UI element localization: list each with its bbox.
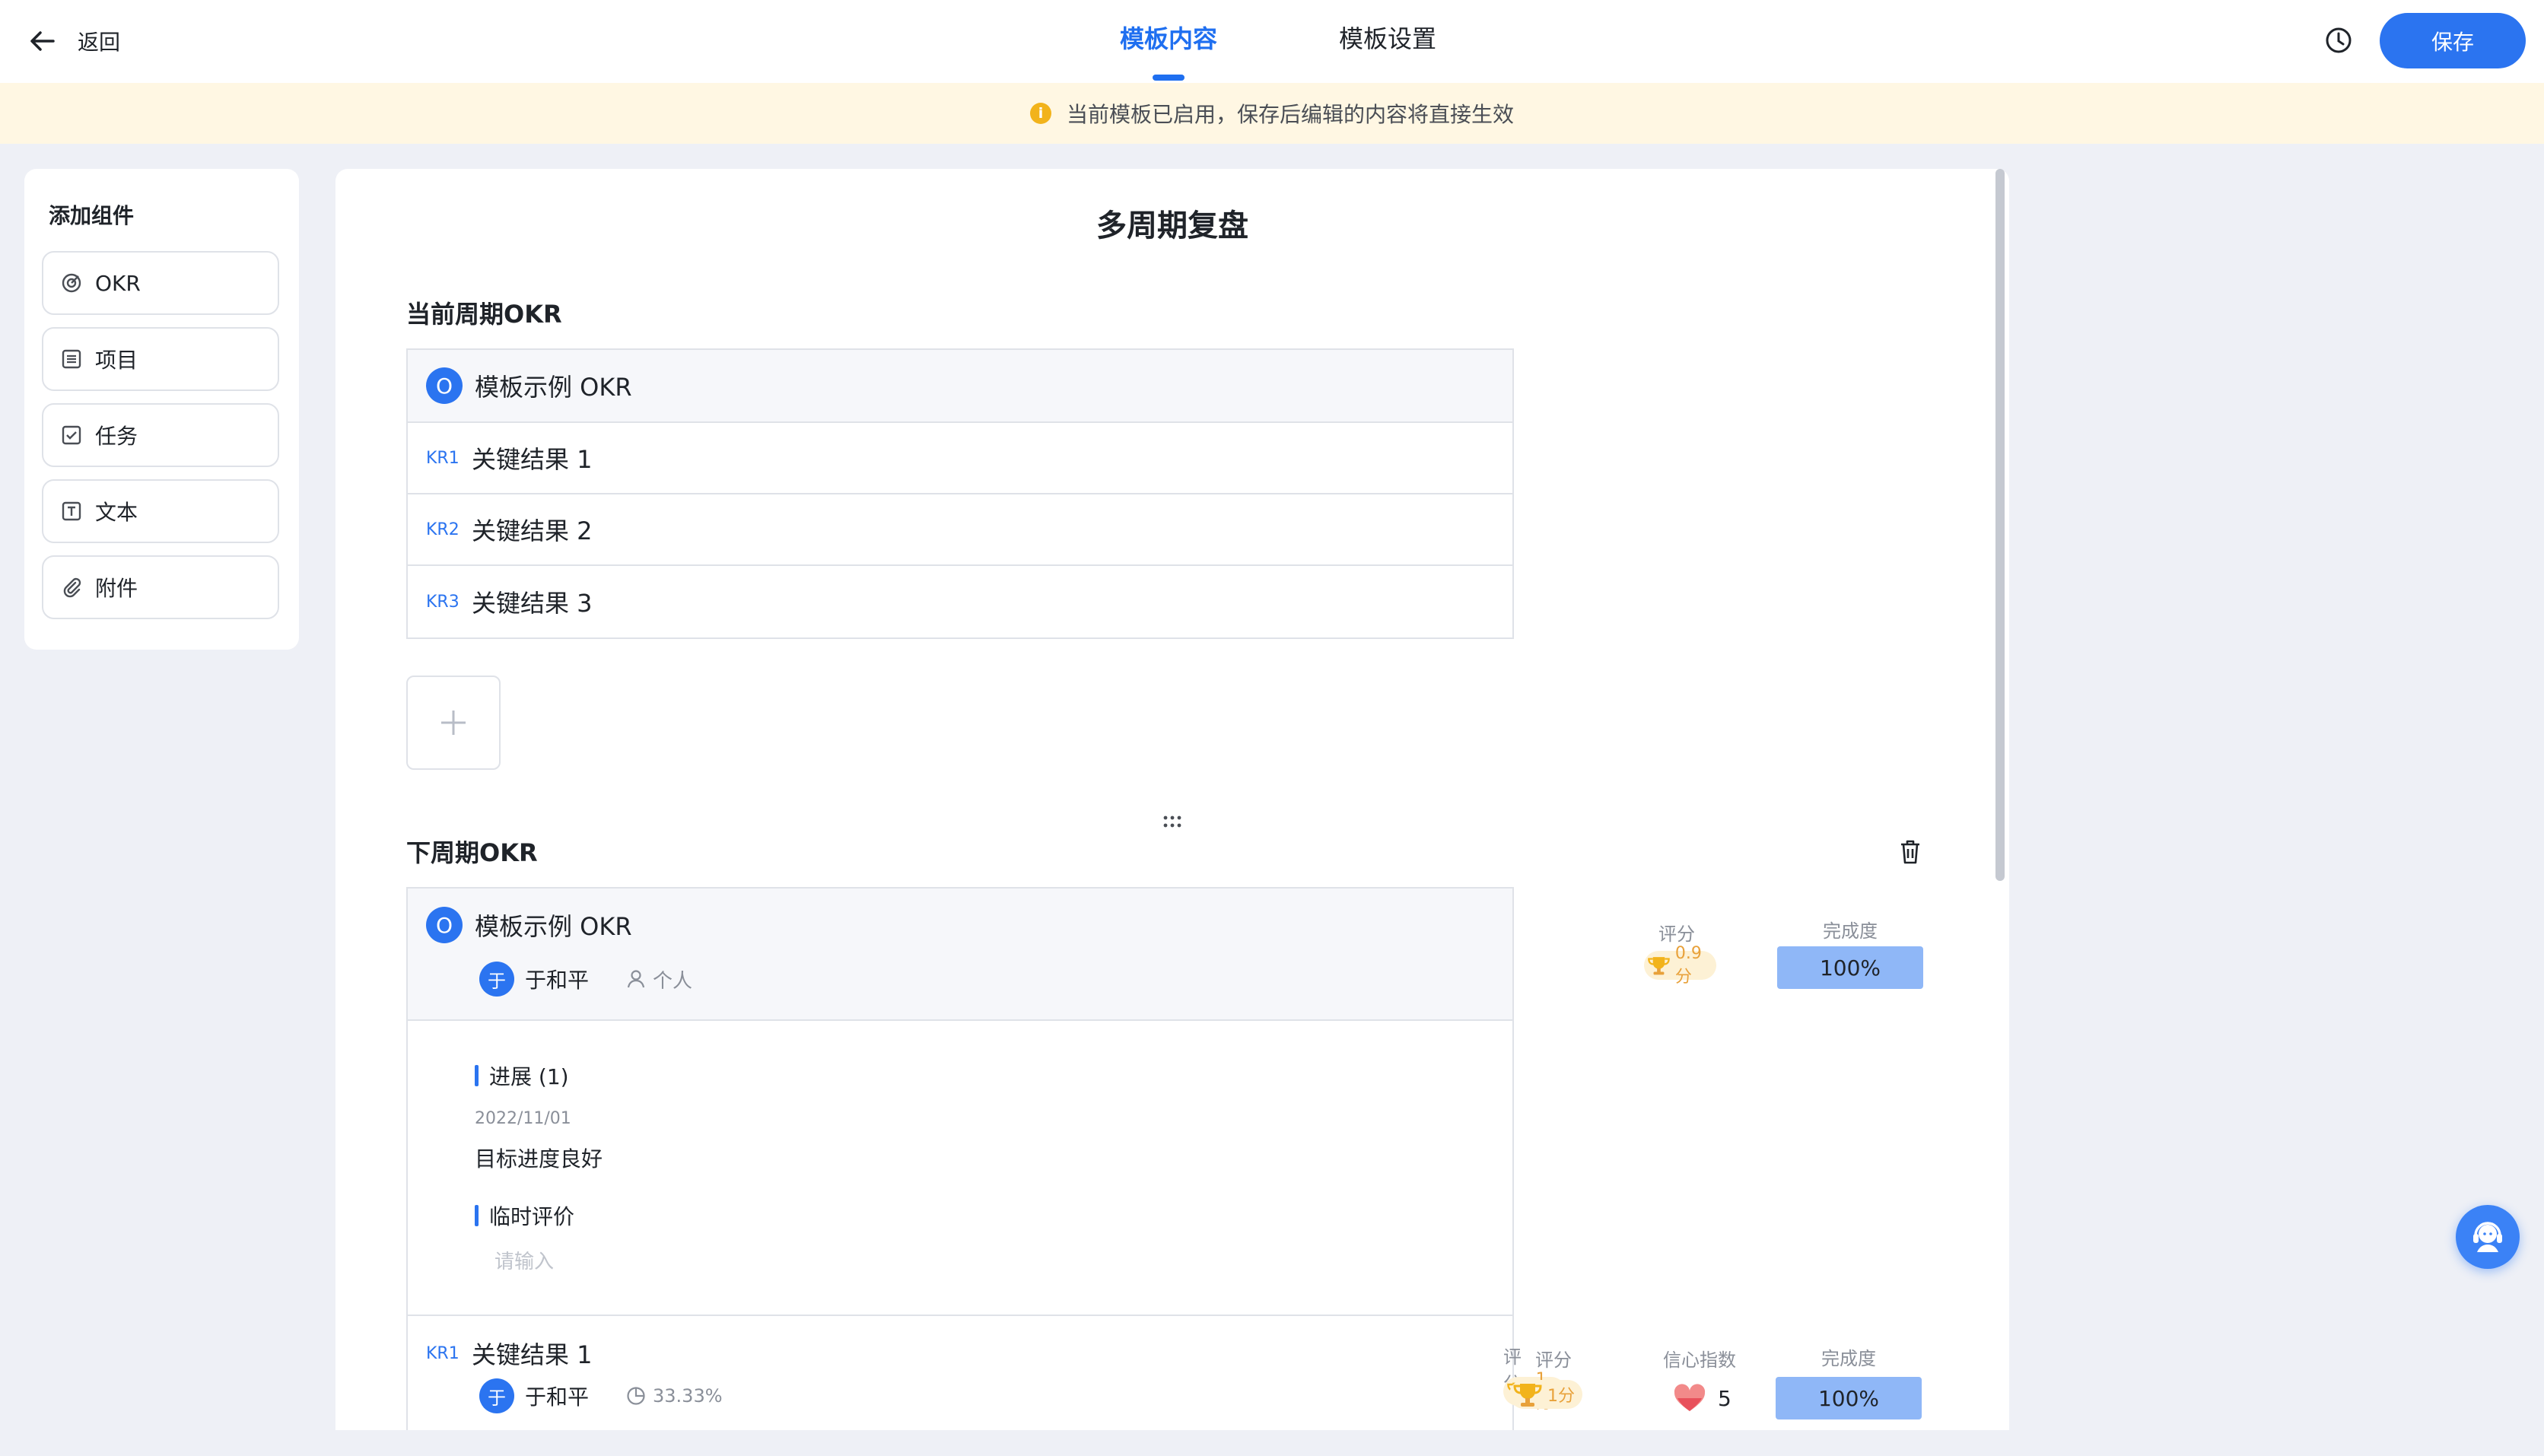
avatar: 于 [479,962,514,997]
component-panel: 添加组件 OKR 项目 任务 文本 附件 [24,169,299,650]
add-attachment-component[interactable]: 附件 [42,555,279,619]
current-okr-card: O 模板示例 OKR KR1 关键结果 1 KR2 关键结果 2 KR3 关键结… [406,348,1514,639]
arrow-left-icon [30,31,55,51]
notice-banner: i 当前模板已启用，保存后编辑的内容将直接生效 [0,83,2544,144]
trophy-icon [1513,1384,1542,1407]
kr-completion-label: 完成度 [1821,1348,1876,1369]
scope-label: 个人 [653,969,693,993]
add-project-component[interactable]: 项目 [42,327,279,391]
objective-header[interactable]: O 模板示例 OKR 于 于和平 个人 评分 0.9分 完成度 100% [408,889,1923,1021]
viewport-bottom [0,1430,2544,1456]
avatar: 于 [479,1378,514,1413]
back-button[interactable]: 返回 [27,21,120,61]
add-okr-button[interactable] [406,676,501,770]
add-text-component[interactable]: 文本 [42,479,279,543]
kr-text: 关键结果 1 [472,1340,593,1369]
kr-tag: KR2 [426,520,460,539]
add-okr-component[interactable]: OKR [42,251,279,315]
next-okr-card: O 模板示例 OKR 于 于和平 个人 评分 0.9分 完成度 100% 进展 … [406,887,1923,1432]
component-label: 项目 [95,348,138,373]
kr-score-value: 1分 [1547,1387,1575,1406]
text-icon [60,500,83,523]
objective-badge: O [426,367,463,404]
info-icon: i [1029,103,1051,124]
panel-title: 添加组件 [49,203,135,228]
save-button[interactable]: 保存 [2380,13,2526,68]
owner-name: 于和平 [525,968,590,993]
checkbox-icon [60,424,83,447]
kr-title-group: KR1 关键结果 1 [426,1336,593,1371]
add-task-component[interactable]: 任务 [42,403,279,467]
key-result-row[interactable]: KR3 关键结果 3 [408,566,1512,637]
template-canvas: 多周期复盘 当前周期OKR O 模板示例 OKR KR1 关键结果 1 KR2 … [335,169,2009,1432]
kr-meta: 于 于和平 33.33% [479,1378,723,1413]
objective-row[interactable]: O 模板示例 OKR [408,350,1512,423]
owner-name: 于和平 [525,1384,590,1410]
pie-chart-icon [627,1387,645,1405]
component-label: 附件 [95,576,138,601]
progress-date: 2022/11/01 [475,1109,571,1128]
kr-completion-value[interactable]: 100% [1776,1377,1922,1419]
kr-score-badge[interactable]: 1分 [1509,1380,1582,1409]
confidence-label: 信心指数 [1663,1350,1736,1371]
tab-template-content[interactable]: 模板内容 [1120,21,1217,81]
score-label: 评分 [1658,924,1695,945]
kr-text: 关键结果 3 [472,589,593,618]
key-result-row[interactable]: KR2 关键结果 2 [408,494,1512,566]
confidence-index[interactable]: 5 [1672,1383,1732,1413]
kr-tag: KR1 [426,448,460,468]
key-result-row[interactable]: KR1 关键结果 1 [408,423,1512,494]
completion-value[interactable]: 100% [1777,946,1923,989]
score-badge[interactable]: 0.9分 [1644,944,1716,987]
drag-handle-icon[interactable] [1162,814,1182,829]
section-title-next: 下周期OKR [406,838,538,867]
progress-title: 进展 (1) [475,1060,569,1091]
trophy-icon [1648,957,1670,975]
progress-text: 目标进度良好 [475,1146,603,1171]
plus-icon [441,711,466,735]
objective-badge: O [426,907,463,943]
notice-text: 当前模板已启用，保存后编辑的内容将直接生效 [1066,102,1514,127]
kr-tag: KR3 [426,592,460,612]
objective-meta: 于 于和平 个人 [479,962,692,997]
kr-text: 关键结果 1 [472,445,593,474]
paperclip-icon [60,576,83,599]
heart-icon [1674,1384,1706,1411]
back-label: 返回 [78,30,121,55]
objective-title-group: O 模板示例 OKR [426,907,632,943]
vertical-scrollbar[interactable] [1995,169,2005,881]
confidence-value: 5 [1718,1385,1732,1411]
completion-label: 完成度 [1823,920,1878,942]
kr-progress: 33.33% [653,1385,723,1407]
tab-template-settings[interactable]: 模板设置 [1339,21,1436,56]
trash-icon[interactable] [1898,838,1922,866]
evaluation-input[interactable]: 请输入 [494,1246,1179,1276]
clock-icon[interactable] [2323,25,2354,56]
component-label: OKR [95,270,141,296]
support-button[interactable] [2456,1205,2520,1269]
objective-text: 模板示例 OKR [475,373,632,402]
eval-title: 临时评价 [475,1200,574,1231]
top-bar: 返回 模板内容 模板设置 保存 [0,0,2544,83]
kr-text: 关键结果 2 [472,517,593,545]
key-result-row[interactable]: KR1 关键结果 1 于 于和平 33.33% 评分 1分 [408,1316,1566,1432]
document-title: 多周期复盘 [1096,208,1248,243]
score-value: 0.9分 [1674,943,1702,987]
person-icon [627,970,645,988]
component-label: 任务 [95,424,138,449]
list-icon [60,348,83,370]
kr-score-label: 评分 [1535,1350,1572,1371]
component-label: 文本 [95,500,138,525]
section-title-current: 当前周期OKR [406,300,562,329]
objective-text: 模板示例 OKR [475,912,632,941]
target-icon [60,272,83,294]
customer-service-icon [2473,1222,2502,1252]
kr-tag: KR1 [426,1343,460,1363]
